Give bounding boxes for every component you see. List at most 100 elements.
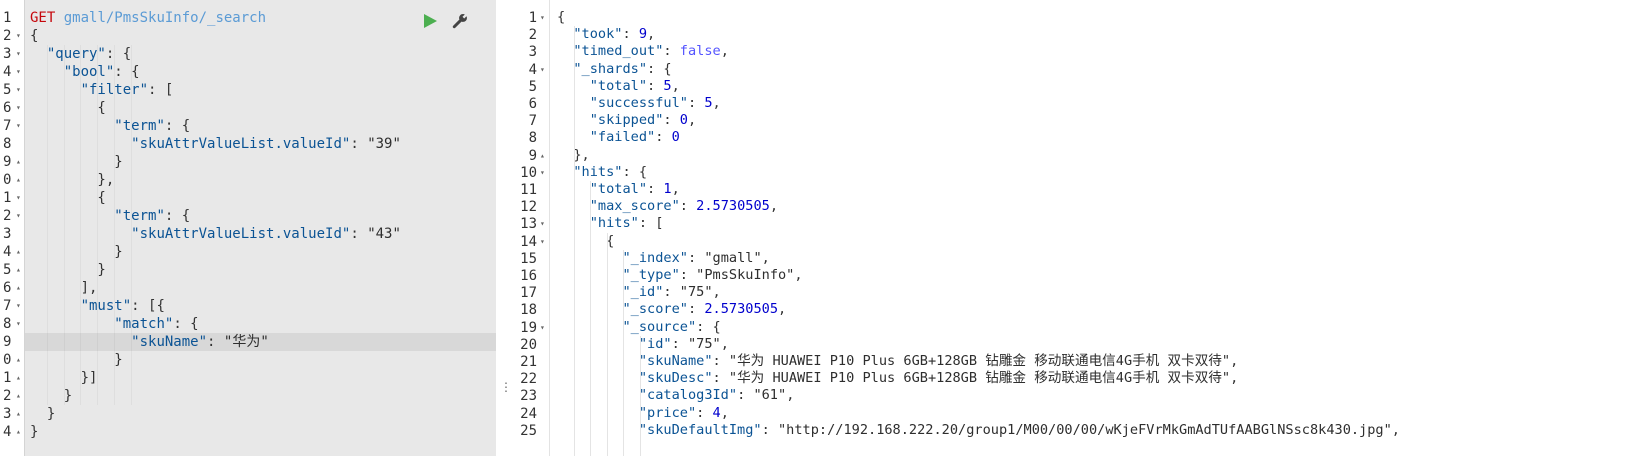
fold-arrow-icon[interactable]: ▾ <box>16 189 24 207</box>
request-line[interactable]: { <box>25 99 496 117</box>
fold-arrow-icon[interactable]: ▴ <box>16 279 24 297</box>
request-line-text: } <box>30 424 39 440</box>
response-line-text: "_index": "gmall", <box>622 249 770 266</box>
response-line-number: 23 <box>520 388 537 405</box>
response-line-text: "_id": "75", <box>622 284 721 301</box>
request-line-number: 6 <box>3 100 12 116</box>
request-line[interactable]: "skuAttrValueList.valueId": "39" <box>25 135 496 153</box>
request-line[interactable]: } <box>25 243 496 261</box>
request-line-active[interactable]: "skuName": "华为" <box>25 333 496 351</box>
response-line-number: 17 <box>520 285 537 302</box>
play-icon[interactable] <box>420 11 440 31</box>
fold-arrow-icon[interactable]: ▾ <box>540 319 548 337</box>
fold-arrow-icon[interactable]: ▴ <box>16 405 24 423</box>
request-line-number: 7 <box>3 298 12 314</box>
request-line[interactable]: "must": [{ <box>25 297 496 315</box>
fold-arrow-icon[interactable]: ▾ <box>16 99 24 117</box>
fold-arrow-icon[interactable]: ▴ <box>16 261 24 279</box>
fold-arrow-icon[interactable]: ▾ <box>16 63 24 81</box>
response-line-number: 15 <box>520 250 537 267</box>
request-line[interactable]: "filter": [ <box>25 81 496 99</box>
fold-arrow-icon[interactable]: ▾ <box>540 215 548 233</box>
fold-arrow-icon[interactable]: ▾ <box>16 81 24 99</box>
response-viewer[interactable]: 1 ▾ 2 3 4 ▾ 5 6 7 8 9 ▴ 10 ▾ 11 12 13 ▾ 14 ▾ 15 16 17 18 19 ▾ 20 21… <box>510 0 1645 456</box>
request-line[interactable]: "query": { <box>25 45 496 63</box>
response-line-number: 9 <box>528 147 537 164</box>
request-line[interactable]: "term": { <box>25 207 496 225</box>
pane-divider[interactable]: ⋮ <box>496 0 512 456</box>
request-line-number: 4 <box>3 244 12 260</box>
fold-arrow-icon[interactable]: ▾ <box>16 207 24 225</box>
request-line-number: 5 <box>3 262 12 278</box>
response-line-number: 7 <box>528 113 537 130</box>
fold-arrow-icon[interactable]: ▴ <box>16 369 24 387</box>
fold-arrow-icon[interactable]: ▴ <box>16 387 24 405</box>
response-line-number: 25 <box>520 422 537 439</box>
request-line[interactable]: }, <box>25 171 496 189</box>
response-gutter: 1 ▾ 2 3 4 ▾ 5 6 7 8 9 ▴ 10 ▾ 11 12 13 ▾ 14 ▾ 15 16 17 18 19 ▾ 20 21… <box>510 0 550 456</box>
request-line[interactable]: } <box>25 153 496 171</box>
indent-guide <box>639 335 641 456</box>
request-line-number: 9 <box>3 154 12 170</box>
fold-arrow-icon[interactable]: ▾ <box>16 27 24 45</box>
response-line-number: 12 <box>520 199 537 216</box>
request-line[interactable]: } <box>25 261 496 279</box>
fold-arrow-icon[interactable]: ▾ <box>16 45 24 63</box>
resize-handle-icon[interactable]: ⋮ <box>500 381 512 404</box>
request-editor[interactable]: 1 2 ▾ 3 ▾ 4 ▾ 5 ▾ 6 ▾ 7 ▾ 8 9 ▴ 0 ▴ 1 ▾ 2 ▾ 3 4 ▴ 5 ▴ 6 ▴ 7 ▾ 8 ▾ 9 0 ▴ 1 ▴ 2 ▴… <box>0 0 496 456</box>
fold-arrow-icon[interactable]: ▾ <box>16 315 24 333</box>
request-code-area[interactable]: GET gmall/PmsSkuInfo/_search { "query": {… <box>25 0 496 456</box>
fold-arrow-icon[interactable]: ▾ <box>540 233 548 251</box>
request-line[interactable]: } <box>25 423 496 441</box>
fold-arrow-icon[interactable]: ▴ <box>16 171 24 189</box>
request-line-number: 2 <box>3 208 12 224</box>
request-line-number: 4 <box>3 424 12 440</box>
request-line[interactable]: } <box>25 405 496 423</box>
response-line-number: 8 <box>528 130 537 147</box>
request-line[interactable]: } <box>25 387 496 405</box>
fold-arrow-icon[interactable]: ▾ <box>540 9 548 27</box>
response-line-text: "_type": "PmsSkuInfo", <box>622 267 803 283</box>
fold-arrow-icon[interactable]: ▴ <box>540 147 548 165</box>
request-line-number: 4 <box>3 64 12 80</box>
request-line[interactable]: } <box>25 351 496 369</box>
wrench-icon[interactable] <box>450 11 470 31</box>
request-line[interactable]: { <box>25 189 496 207</box>
fold-arrow-icon[interactable]: ▾ <box>540 164 548 182</box>
fold-arrow-icon[interactable]: ▴ <box>16 153 24 171</box>
fold-arrow-icon[interactable]: ▾ <box>16 297 24 315</box>
response-line-text: { <box>557 9 566 25</box>
request-line-text: } <box>30 352 123 368</box>
fold-arrow-icon[interactable]: ▴ <box>16 423 24 441</box>
indent-guide <box>606 232 608 456</box>
fold-arrow-icon[interactable]: ▾ <box>540 61 548 79</box>
request-line[interactable]: "term": { <box>25 117 496 135</box>
request-line[interactable]: "skuAttrValueList.valueId": "43" <box>25 225 496 243</box>
fold-arrow-icon[interactable]: ▴ <box>16 243 24 261</box>
request-line-text: "skuAttrValueList.valueId": "43" <box>131 226 401 242</box>
response-line-number: 24 <box>520 405 537 422</box>
request-line[interactable]: "match": { <box>25 315 496 333</box>
request-gutter: 1 2 ▾ 3 ▾ 4 ▾ 5 ▾ 6 ▾ 7 ▾ 8 9 ▴ 0 ▴ 1 ▾ 2 ▾ 3 4 ▴ 5 ▴ 6 ▴ 7 ▾ 8 ▾ 9 0 ▴ 1 ▴ 2 ▴… <box>0 0 25 456</box>
fold-arrow-icon[interactable]: ▴ <box>16 351 24 369</box>
request-line-text: GET gmall/PmsSkuInfo/_search <box>30 9 266 27</box>
request-line-text: }, <box>30 172 115 188</box>
response-line-number: 19 <box>520 319 537 336</box>
response-line-text: "skipped": 0, <box>589 112 697 129</box>
request-line-text: { <box>30 100 106 116</box>
indent-guide <box>63 45 65 405</box>
response-line-text: "total": 1, <box>589 181 680 197</box>
indent-guide <box>46 45 48 405</box>
http-method: GET <box>30 10 56 26</box>
response-line-number: 3 <box>528 44 537 61</box>
response-code-area[interactable]: { "took": 9, "timed_out": false, "_shard… <box>552 0 1645 456</box>
request-line[interactable]: "bool": { <box>25 63 496 81</box>
request-line[interactable]: ], <box>25 279 496 297</box>
request-line-text: } <box>30 388 73 404</box>
response-line-text: "successful": 5, <box>589 95 721 111</box>
fold-arrow-icon[interactable]: ▾ <box>16 117 24 135</box>
response-line-text: "hits": { <box>573 163 648 180</box>
indent-guide <box>80 45 82 405</box>
request-line[interactable]: }] <box>25 369 496 387</box>
request-toolbar <box>420 11 470 31</box>
